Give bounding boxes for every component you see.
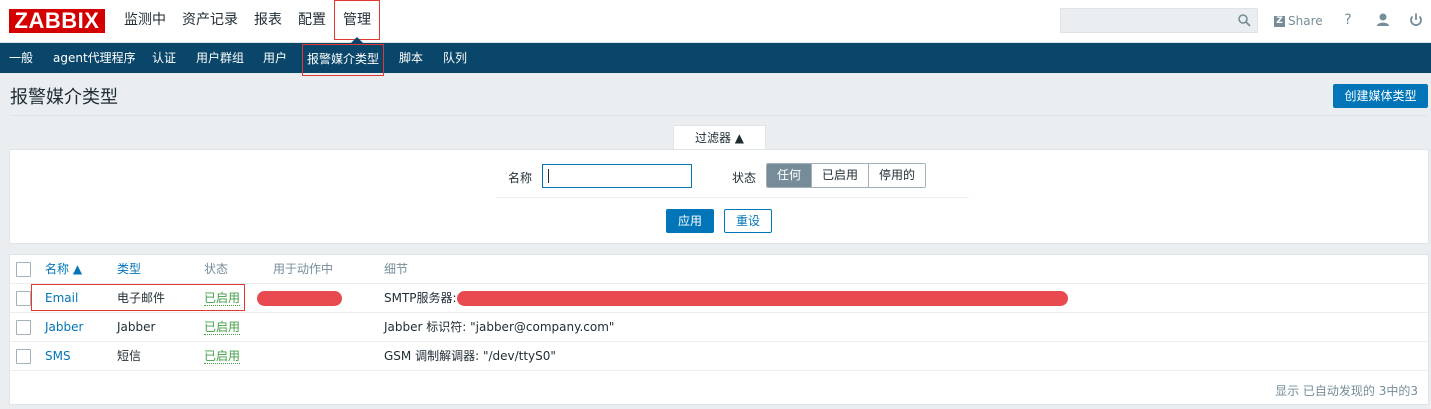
column-status-header: 状态 (204, 262, 229, 276)
column-name-header[interactable]: 名称 ▲ (45, 255, 82, 284)
status-cell: 已启用 (204, 313, 241, 342)
table-row: Jabber Jabber 已启用 Jabber 标识符: "jabber@co… (10, 313, 1428, 342)
filter-name-input[interactable] (542, 164, 692, 188)
divider (10, 115, 1428, 116)
share-label: Share (1288, 14, 1323, 28)
apply-button[interactable]: 应用 (666, 209, 714, 233)
power-icon[interactable] (1407, 11, 1425, 29)
subnav-general[interactable]: 一般 (9, 43, 33, 73)
subnav-user-groups[interactable]: 用户群组 (196, 43, 244, 73)
highlight-email-row (31, 284, 245, 311)
text-caret (548, 169, 549, 183)
status-disabled-option[interactable]: 停用的 (869, 164, 926, 187)
filter-name-label: 名称 (508, 171, 533, 185)
top-header: ZABBIX 监测中 资产记录 报表 配置 管理 Z Share ? (0, 0, 1431, 43)
menu-administration[interactable]: 管理 (334, 0, 380, 43)
menu-reports[interactable]: 报表 (246, 0, 290, 43)
media-details: SMTP服务器: (384, 291, 457, 305)
filter-status-label: 状态 (732, 171, 757, 185)
create-media-type-button[interactable]: 创建媒体类型 (1333, 84, 1428, 108)
media-name-link[interactable]: Jabber (45, 313, 83, 342)
subnav-queue[interactable]: 队列 (443, 43, 467, 73)
page-title: 报警媒介类型 (10, 87, 118, 108)
zabbix-logo[interactable]: ZABBIX (9, 9, 105, 33)
column-details-header: 细节 (384, 262, 409, 276)
subnav-scripts[interactable]: 脚本 (399, 43, 423, 73)
column-used-in-actions-header: 用于动作中 (273, 262, 334, 276)
row-checkbox[interactable] (16, 291, 31, 306)
help-icon[interactable]: ? (1339, 11, 1357, 29)
search-input[interactable] (1061, 9, 1231, 32)
subnav-authentication[interactable]: 认证 (152, 43, 176, 73)
row-checkbox[interactable] (16, 349, 31, 364)
status-toggle[interactable]: 已启用 (204, 320, 241, 335)
share-link[interactable]: Z Share (1274, 13, 1323, 29)
table-footer-count: 显示 已自动发现的 3中的3 (1275, 384, 1418, 398)
table-header-row: 名称 ▲ 类型 状态 用于动作中 细节 (10, 255, 1428, 284)
reset-button[interactable]: 重设 (724, 209, 772, 233)
sub-navigation: 一般 agent代理程序 认证 用户群组 用户 报警媒介类型 脚本 队列 (0, 43, 1431, 76)
global-search (1060, 8, 1258, 33)
menu-monitoring[interactable]: 监测中 (116, 0, 174, 43)
column-type-header[interactable]: 类型 (117, 255, 141, 284)
media-name-link[interactable]: SMS (45, 342, 71, 371)
search-icon[interactable] (1238, 14, 1251, 27)
subnav-users[interactable]: 用户 (263, 43, 287, 73)
redacted-actions (257, 291, 342, 306)
menu-inventory[interactable]: 资产记录 (174, 0, 246, 43)
status-any-option[interactable]: 任何 (767, 164, 813, 187)
subnav-media-types[interactable]: 报警媒介类型 (302, 44, 385, 76)
row-checkbox[interactable] (16, 320, 31, 335)
media-details: GSM 调制解调器: "/dev/ttyS0" (384, 349, 556, 363)
redacted-details (457, 291, 1068, 306)
user-icon[interactable] (1374, 11, 1392, 29)
media-type: Jabber (117, 320, 156, 334)
select-all-checkbox[interactable] (16, 262, 31, 277)
filter-tab[interactable]: 过滤器 ▲ (673, 125, 766, 150)
status-toggle[interactable]: 已启用 (204, 349, 241, 364)
status-cell: 已启用 (204, 342, 241, 371)
filter-separator (496, 197, 969, 198)
media-types-table: 名称 ▲ 类型 状态 用于动作中 细节 Email 电子邮件 已启用 SMTP服… (9, 254, 1429, 405)
share-icon: Z (1274, 15, 1285, 27)
status-enabled-option[interactable]: 已启用 (812, 164, 870, 187)
menu-configuration[interactable]: 配置 (290, 0, 334, 43)
table-row: SMS 短信 已启用 GSM 调制解调器: "/dev/ttyS0" (10, 342, 1428, 371)
filter-status-segment: 任何 已启用 停用的 (766, 163, 927, 188)
media-details: Jabber 标识符: "jabber@company.com" (384, 320, 615, 334)
media-type: 短信 (117, 349, 142, 363)
main-menu: 监测中 资产记录 报表 配置 管理 (116, 0, 380, 43)
subnav-proxies[interactable]: agent代理程序 (53, 43, 136, 73)
